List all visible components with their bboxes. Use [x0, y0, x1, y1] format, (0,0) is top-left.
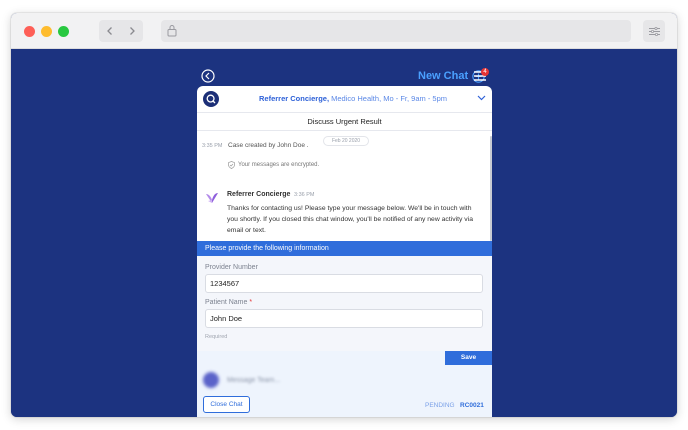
- chevron-down-icon[interactable]: [477, 95, 486, 101]
- arrow-left-circle-icon[interactable]: [201, 69, 215, 83]
- encrypted-note: Your messages are encrypted.: [228, 161, 319, 169]
- patient-name-field[interactable]: John Doe: [205, 309, 483, 328]
- address-bar[interactable]: [161, 20, 631, 42]
- log-time: 3:35 PM: [202, 143, 223, 149]
- chat-panel: Referrer Concierge, Medico Health, Mo - …: [197, 86, 492, 417]
- concierge-logo: [203, 91, 219, 107]
- date-pill: Feb 20 2020: [323, 136, 369, 146]
- form-banner: Please provide the following information: [197, 241, 492, 256]
- message-sender: Referrer Concierge: [227, 191, 291, 198]
- status-badge: PENDING: [425, 402, 455, 409]
- close-chat-button[interactable]: Close Chat: [203, 396, 250, 413]
- info-form: Provider Number 1234567 Patient Name * J…: [197, 256, 492, 351]
- page-content: New Chat 4 Referrer Concierge, Medico He…: [11, 49, 677, 417]
- log-text: Case created by John Doe .: [228, 142, 309, 149]
- provider-number-field[interactable]: 1234567: [205, 274, 483, 293]
- notification-badge: 4: [481, 68, 489, 76]
- chat-subject: Discuss Urgent Result: [197, 113, 492, 131]
- patient-name-label: Patient Name *: [205, 299, 252, 306]
- required-note: Required: [205, 334, 228, 340]
- encrypted-text: Your messages are encrypted.: [238, 162, 320, 168]
- chat-header[interactable]: Referrer Concierge, Medico Health, Mo - …: [197, 86, 492, 113]
- header-name: Referrer Concierge,: [259, 94, 330, 103]
- required-mark: *: [249, 299, 253, 306]
- avatar: [203, 372, 219, 388]
- browser-titlebar: [11, 13, 677, 49]
- lock-icon: [167, 25, 177, 37]
- composer: Save Message Team... Close Chat PENDING …: [197, 351, 492, 417]
- butterfly-avatar-icon: [206, 193, 218, 203]
- chat-header-title: Referrer Concierge, Medico Health, Mo - …: [259, 94, 447, 103]
- window-maximize-button[interactable]: [58, 26, 69, 37]
- patient-name-label-text: Patient Name: [205, 299, 248, 306]
- new-chat-label: New Chat: [418, 70, 469, 82]
- window-close-button[interactable]: [24, 26, 35, 37]
- window-minimize-button[interactable]: [41, 26, 52, 37]
- chevron-left-icon: [107, 27, 112, 35]
- message-time: 3:36 PM: [294, 192, 315, 198]
- browser-window: New Chat 4 Referrer Concierge, Medico He…: [11, 13, 677, 417]
- browser-nav: [99, 20, 143, 42]
- message-input[interactable]: Message Team...: [227, 377, 280, 384]
- shield-check-icon: [228, 161, 235, 169]
- chevron-right-icon: [130, 27, 135, 35]
- message-text: Thanks for contacting us! Please type yo…: [227, 205, 473, 234]
- forward-button[interactable]: [121, 20, 143, 42]
- provider-number-label: Provider Number: [205, 264, 258, 271]
- browser-settings-button[interactable]: [643, 20, 665, 42]
- back-button[interactable]: [99, 20, 121, 42]
- save-button[interactable]: Save: [445, 351, 492, 365]
- sliders-icon: [648, 26, 660, 36]
- header-details: Medico Health, Mo - Fr, 9am - 5pm: [331, 94, 447, 103]
- search-logo-icon: [206, 94, 216, 104]
- chat-scrollbar[interactable]: [490, 136, 492, 241]
- case-id: RC0021: [460, 402, 484, 409]
